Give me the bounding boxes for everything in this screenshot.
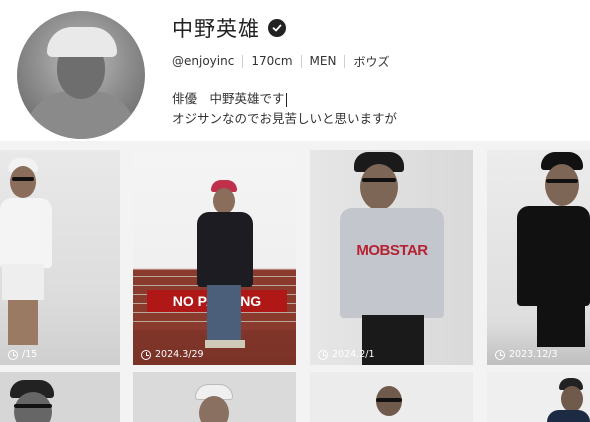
text-caret xyxy=(285,92,287,107)
clock-icon xyxy=(495,349,505,360)
photo-pants xyxy=(537,302,585,347)
photo-hoodie xyxy=(517,206,590,306)
bio-line-2: オジサンなのでお見苦しいと思いますが xyxy=(172,111,398,126)
profile-avatar[interactable] xyxy=(17,11,145,139)
photo-head xyxy=(545,164,579,206)
meta-divider xyxy=(344,54,346,68)
photo-glasses xyxy=(376,398,402,402)
photo-head xyxy=(213,188,235,214)
post-date: 2024.2/1 xyxy=(318,349,375,360)
photo-torso xyxy=(0,198,52,268)
photo-torso xyxy=(547,410,590,422)
post-date: /15 xyxy=(8,349,37,360)
photo-glasses xyxy=(14,404,52,408)
photo-shorts xyxy=(2,264,44,300)
post-card[interactable]: NO PARKING 2024.3/29 xyxy=(133,150,296,365)
photo-hoodie xyxy=(340,208,444,318)
post-card[interactable]: MOBSTAR 2024.2/1 xyxy=(310,150,473,365)
hoodie-print: MOBSTAR xyxy=(356,242,428,259)
profile-bio: 俳優 中野英雄です オジサンなのでお見苦しいと思いますが xyxy=(172,89,397,129)
post-card[interactable]: /15 xyxy=(0,150,120,365)
avatar-cap xyxy=(47,27,117,57)
photo-jeans xyxy=(207,285,241,340)
photo-head xyxy=(10,166,36,198)
meta-divider xyxy=(300,54,302,68)
profile-name: 中野英雄 xyxy=(172,17,260,41)
photo-legs xyxy=(8,300,38,345)
photo-head xyxy=(199,396,229,422)
photo-head xyxy=(360,164,398,210)
post-card[interactable] xyxy=(487,372,590,422)
bio-line-1: 俳優 中野英雄です xyxy=(172,91,285,106)
photo-head xyxy=(561,386,583,412)
profile-meta: @enjoyinc 170cm MEN ボウズ xyxy=(172,52,389,70)
photo-glasses xyxy=(546,179,578,183)
profile-handle: @enjoyinc xyxy=(172,54,235,68)
photo-glasses xyxy=(12,177,34,181)
clock-icon xyxy=(141,349,151,360)
meta-divider xyxy=(242,54,244,68)
photo-peacoat xyxy=(197,212,253,287)
profile-height: 170cm xyxy=(251,54,293,68)
profile-name-row: 中野英雄 xyxy=(172,14,286,42)
profile-gender: MEN xyxy=(309,54,337,68)
photo-shoes xyxy=(205,340,245,348)
post-card[interactable]: 2023.12/3 xyxy=(487,150,590,365)
verified-check-icon xyxy=(268,19,286,37)
post-date: 2024.3/29 xyxy=(141,349,204,360)
photo-glasses xyxy=(362,178,396,182)
post-card[interactable] xyxy=(133,372,296,422)
post-card[interactable] xyxy=(310,372,473,422)
clock-icon xyxy=(8,349,18,360)
clock-icon xyxy=(318,349,328,360)
profile-hair: ボウズ xyxy=(353,54,390,69)
post-card[interactable] xyxy=(0,372,120,422)
post-date: 2023.12/3 xyxy=(495,349,558,360)
